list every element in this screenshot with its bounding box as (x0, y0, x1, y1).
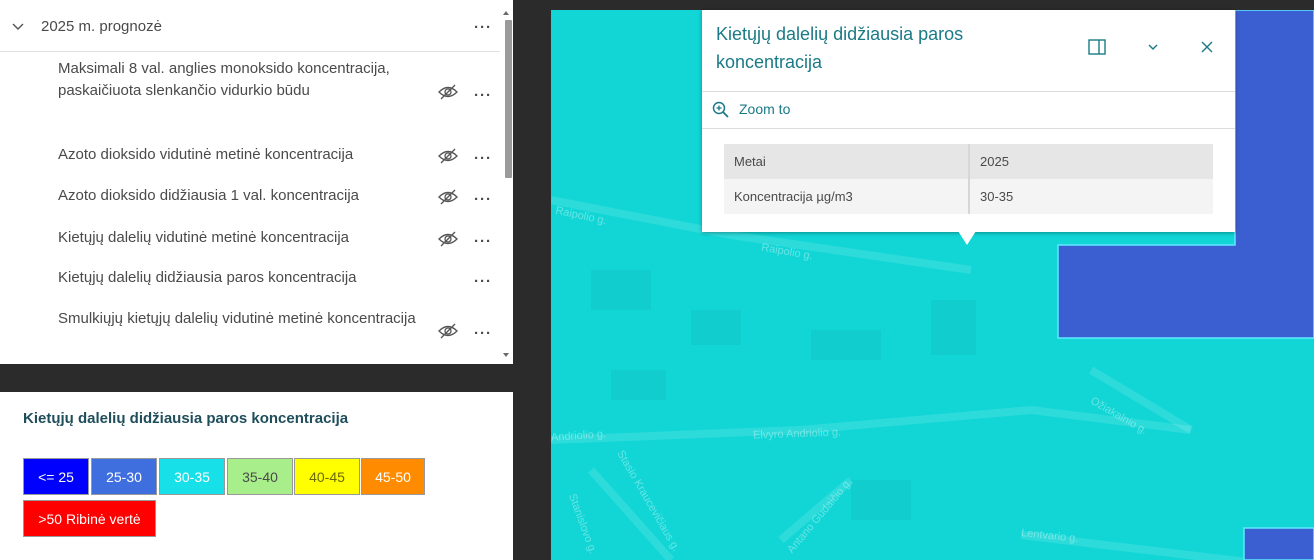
building-footprints (591, 270, 976, 520)
dock-icon[interactable] (1086, 36, 1108, 58)
layer-item-pm10-daily[interactable]: Kietųjų dalelių didžiausia paros koncent… (58, 267, 418, 289)
popup-divider (702, 91, 1235, 92)
visibility-off-icon[interactable] (438, 84, 458, 100)
layer-item-pm25-annual[interactable]: Smulkiųjų kietųjų dalelių vidutinė metin… (58, 308, 418, 330)
layer-item-co-8h[interactable]: Maksimali 8 val. anglies monoksido konce… (58, 58, 418, 102)
legend-class-35-40: 35-40 (227, 458, 293, 495)
legend-class-30-35: 30-35 (159, 458, 225, 495)
popup-title: Kietųjų dalelių didžiausia paros koncent… (716, 24, 964, 72)
legend-class-45-50: 45-50 (361, 458, 425, 495)
table-row: Metai 2025 (724, 144, 1213, 179)
layer-more-icon[interactable]: ··· (474, 88, 492, 103)
attr-separator (968, 179, 970, 214)
layer-item-no2-annual[interactable]: Azoto dioksido vidutinė metinė koncentra… (58, 144, 418, 166)
chevron-down-icon[interactable] (11, 19, 25, 33)
legend-class-gt50: >50 Ribinė vertė (23, 500, 156, 537)
layer-group-row[interactable]: 2025 m. prognozė ··· (0, 0, 500, 52)
layer-more-icon[interactable]: ··· (474, 326, 492, 341)
layer-more-icon[interactable]: ··· (474, 151, 492, 166)
zoom-in-icon (712, 101, 729, 118)
legend-panel: Kietųjų dalelių didžiausia paros koncent… (0, 392, 513, 560)
zoom-to-button[interactable]: Zoom to (712, 101, 790, 121)
layer-item-pm10-annual[interactable]: Kietųjų dalelių vidutinė metinė koncentr… (58, 227, 418, 249)
attr-value: 2025 (980, 154, 1009, 169)
layer-group-title: 2025 m. prognozė (41, 18, 162, 35)
legend-class-40-45: 40-45 (294, 458, 360, 495)
layer-more-icon[interactable]: ··· (474, 234, 492, 249)
layer-list-panel: 2025 m. prognozė ··· Maksimali 8 val. an… (0, 0, 513, 364)
layer-item-no2-1h[interactable]: Azoto dioksido didžiausia 1 val. koncent… (58, 185, 418, 207)
layer-more-icon[interactable]: ··· (474, 192, 492, 207)
scrollbar-thumb[interactable] (505, 20, 512, 178)
visibility-off-icon[interactable] (438, 323, 458, 339)
layer-more-icon[interactable]: ··· (474, 274, 492, 289)
popup-divider (702, 128, 1235, 129)
legend-class-25-30: 25-30 (91, 458, 157, 495)
attr-key: Koncentracija µg/m3 (734, 189, 853, 204)
close-icon[interactable] (1196, 36, 1218, 58)
attr-separator (968, 144, 970, 179)
table-row: Koncentracija µg/m3 30-35 (724, 179, 1213, 214)
group-more-icon[interactable]: ··· (474, 20, 492, 35)
scroll-down-icon[interactable] (503, 353, 509, 357)
collapse-chevron-icon[interactable] (1142, 36, 1164, 58)
map-polygon-25-30-south[interactable] (1243, 527, 1314, 560)
scroll-up-icon[interactable] (503, 11, 509, 15)
legend-class-le25: <= 25 (23, 458, 89, 495)
feature-popup: Kietųjų dalelių didžiausia paros koncent… (702, 10, 1235, 232)
attr-value: 30-35 (980, 189, 1014, 204)
zoom-to-label: Zoom to (739, 101, 791, 117)
visibility-off-icon[interactable] (438, 148, 458, 164)
visibility-off-icon[interactable] (438, 189, 458, 205)
visibility-off-icon[interactable] (438, 231, 458, 247)
popup-pointer (958, 231, 976, 245)
legend-title: Kietųjų dalelių didžiausia paros koncent… (23, 410, 349, 427)
attr-key: Metai (734, 154, 766, 169)
